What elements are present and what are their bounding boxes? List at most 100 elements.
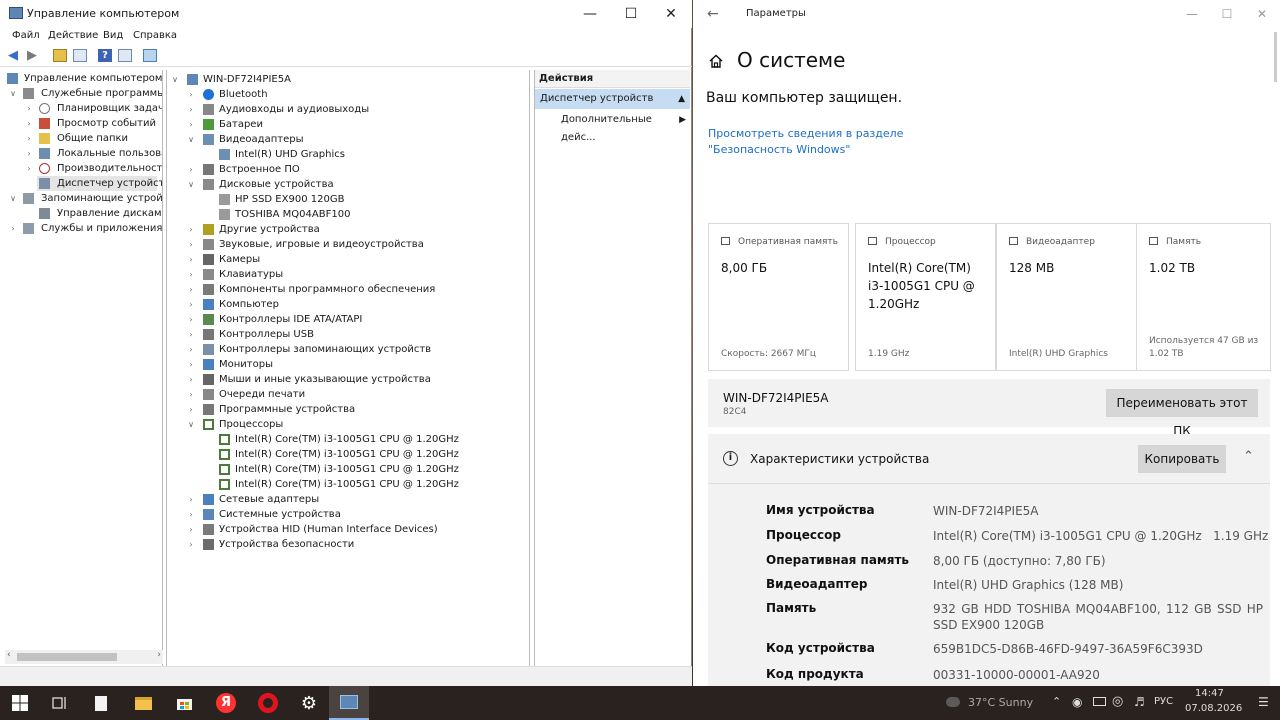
chevron-right-icon[interactable]: › xyxy=(187,267,195,282)
chevron-right-icon[interactable]: › xyxy=(187,492,195,507)
bluetooth-icon xyxy=(203,89,214,100)
chevron-right-icon[interactable]: › xyxy=(187,372,195,387)
taskbar-app-notepad[interactable] xyxy=(81,686,121,720)
scan-hardware-icon[interactable] xyxy=(143,49,157,62)
chevron-down-icon[interactable]: ∨ xyxy=(9,191,17,206)
device-specs-header[interactable]: i Характеристики устройства Копировать ⌃ xyxy=(708,434,1270,484)
taskbar-app-computer-management[interactable] xyxy=(329,686,369,720)
printer-icon xyxy=(203,389,214,400)
sound-icon xyxy=(203,239,214,250)
menu-help[interactable]: Справка xyxy=(133,30,177,41)
copy-button[interactable]: Копировать xyxy=(1138,445,1226,473)
chevron-down-icon[interactable]: ∨ xyxy=(171,72,179,87)
disk-drive-icon xyxy=(219,209,230,220)
chevron-right-icon[interactable]: › xyxy=(187,507,195,522)
menu-view[interactable]: Вид xyxy=(103,30,123,41)
close-button[interactable]: ✕ xyxy=(1245,0,1279,30)
location-icon[interactable]: ◉ xyxy=(1072,695,1082,709)
chevron-right-icon[interactable]: › xyxy=(187,252,195,267)
properties-icon[interactable] xyxy=(118,49,132,62)
up-folder-icon[interactable] xyxy=(53,49,67,62)
taskbar-app-opera[interactable] xyxy=(248,686,288,720)
vertical-scrollbar[interactable] xyxy=(1274,32,1277,82)
chevron-right-icon[interactable]: › xyxy=(25,146,33,161)
back-arrow-icon[interactable]: ← xyxy=(707,6,719,22)
chevron-down-icon[interactable]: ∨ xyxy=(9,86,17,101)
chevron-right-icon[interactable]: › xyxy=(25,131,33,146)
clock-date[interactable]: 07.08.2026 xyxy=(1185,703,1242,714)
taskbar-app-store[interactable] xyxy=(164,686,204,720)
notifications-icon[interactable]: ☰ xyxy=(1258,695,1269,709)
volume-icon[interactable]: ♬ xyxy=(1134,695,1145,709)
chevron-right-icon[interactable]: › xyxy=(187,237,195,252)
cm-titlebar: Управление компьютером — ☐ ✕ xyxy=(0,0,692,28)
close-button[interactable]: ✕ xyxy=(651,0,691,28)
chevron-right-icon[interactable]: › xyxy=(187,402,195,417)
users-icon xyxy=(39,148,50,159)
chevron-right-icon[interactable]: › xyxy=(25,101,33,116)
minimize-button[interactable]: — xyxy=(1175,0,1209,30)
device-tree-label: Камеры xyxy=(219,254,261,265)
chevron-right-icon[interactable]: › xyxy=(187,537,195,552)
spec-key: Оперативная память xyxy=(766,553,909,567)
chevron-right-icon[interactable]: › xyxy=(187,282,195,297)
show-tree-icon[interactable] xyxy=(73,49,87,62)
chevron-down-icon[interactable]: ∨ xyxy=(187,417,195,432)
scroll-left-icon[interactable]: ‹ xyxy=(7,650,11,660)
language-indicator[interactable]: РУС xyxy=(1154,696,1173,707)
processor-icon xyxy=(219,449,230,460)
chevron-down-icon[interactable]: ∨ xyxy=(187,132,195,147)
taskbar-app-yandex[interactable]: Я xyxy=(206,686,246,720)
chevron-right-icon[interactable]: › xyxy=(187,357,195,372)
chevron-right-icon[interactable]: › xyxy=(187,312,195,327)
chevron-right-icon[interactable]: › xyxy=(187,327,195,342)
chevron-right-icon[interactable]: › xyxy=(187,162,195,177)
globe-icon[interactable]: ◎ xyxy=(1112,694,1123,709)
chevron-right-icon[interactable]: › xyxy=(9,221,17,236)
scrollbar-thumb[interactable] xyxy=(17,653,117,661)
chevron-right-icon[interactable]: › xyxy=(187,102,195,117)
maximize-button[interactable]: ☐ xyxy=(1210,0,1244,30)
clock-time[interactable]: 14:47 xyxy=(1195,688,1224,699)
menu-action[interactable]: Действие xyxy=(48,30,98,41)
event-viewer-icon xyxy=(39,118,50,129)
chevron-right-icon[interactable]: › xyxy=(187,222,195,237)
horizontal-scrollbar[interactable]: ‹ › xyxy=(5,650,163,664)
security-link[interactable]: Просмотреть сведения в разделе "Безопасн… xyxy=(708,126,988,158)
device-tree-label: Intel(R) UHD Graphics xyxy=(235,149,345,160)
device-tree-label: Мониторы xyxy=(219,359,273,370)
help-icon[interactable]: ? xyxy=(98,49,112,62)
chevron-right-icon[interactable]: › xyxy=(187,117,195,132)
chevron-up-icon[interactable]: ⌃ xyxy=(1243,449,1254,464)
maximize-button[interactable]: ☐ xyxy=(611,0,651,28)
show-hidden-icons-icon[interactable]: ⌃ xyxy=(1052,695,1061,708)
chevron-right-icon[interactable]: › xyxy=(25,161,33,176)
actions-more[interactable]: Дополнительные дейс... ▶ xyxy=(561,111,686,143)
battery-icon[interactable] xyxy=(1093,697,1106,706)
collapse-icon[interactable]: ▲ xyxy=(678,89,685,109)
forward-arrow-icon[interactable]: ▶ xyxy=(27,49,41,62)
storage-icon xyxy=(1149,237,1158,245)
actions-device-manager[interactable]: Диспетчер устройств ▲ xyxy=(535,89,690,109)
home-icon[interactable] xyxy=(708,53,724,69)
weather-text[interactable]: 37°C Sunny xyxy=(968,696,1033,709)
back-arrow-icon[interactable]: ◀ xyxy=(8,49,22,62)
menu-file[interactable]: Файл xyxy=(12,30,40,41)
task-view-button[interactable] xyxy=(40,686,80,720)
actions-more-label: Дополнительные дейс... xyxy=(561,114,652,143)
scroll-right-icon[interactable]: › xyxy=(157,650,161,660)
taskbar-app-settings[interactable]: ⚙ xyxy=(289,686,329,720)
start-button[interactable] xyxy=(0,686,40,720)
chevron-right-icon[interactable]: › xyxy=(187,87,195,102)
rename-pc-button[interactable]: Переименовать этот ПК xyxy=(1106,389,1258,438)
chevron-down-icon[interactable]: ∨ xyxy=(187,177,195,192)
minimize-button[interactable]: — xyxy=(570,0,610,28)
chevron-right-icon[interactable]: › xyxy=(187,297,195,312)
taskbar-app-explorer[interactable] xyxy=(123,686,163,720)
chevron-right-icon[interactable]: › xyxy=(187,522,195,537)
chevron-right-icon[interactable]: › xyxy=(25,116,33,131)
tree-item-device-manager[interactable]: Диспетчер устройств xyxy=(37,176,162,191)
device-tree-label: Intel(R) Core(TM) i3-1005G1 CPU @ 1.20GH… xyxy=(235,479,459,490)
chevron-right-icon[interactable]: › xyxy=(187,387,195,402)
chevron-right-icon[interactable]: › xyxy=(187,342,195,357)
